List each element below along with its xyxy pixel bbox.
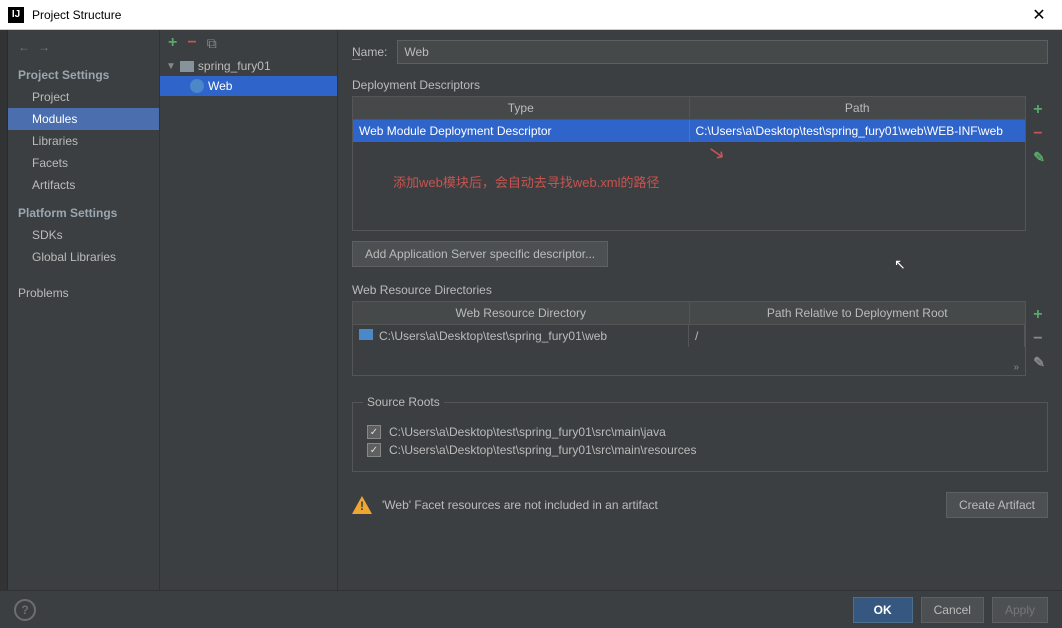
- apply-button[interactable]: Apply: [992, 597, 1048, 623]
- res-row-dir: C:\Users\a\Desktop\test\spring_fury01\we…: [353, 325, 689, 347]
- sidebar-heading-project: Project Settings: [8, 58, 159, 86]
- source-root-1: C:\Users\a\Desktop\test\spring_fury01\sr…: [389, 425, 666, 439]
- dep-row-path: C:\Users\a\Desktop\test\spring_fury01\we…: [690, 120, 1026, 142]
- res-th-path: Path Relative to Deployment Root: [690, 302, 1026, 324]
- resource-table: Web Resource Directory Path Relative to …: [352, 301, 1026, 376]
- create-artifact-button[interactable]: Create Artifact: [946, 492, 1048, 518]
- source-root-row[interactable]: ✓ C:\Users\a\Desktop\test\spring_fury01\…: [367, 425, 1037, 439]
- sidebar-heading-platform: Platform Settings: [8, 196, 159, 224]
- source-roots-panel: Source Roots ✓ C:\Users\a\Desktop\test\s…: [352, 402, 1048, 472]
- tree-child-web[interactable]: Web: [160, 76, 337, 96]
- window-title: Project Structure: [32, 8, 1024, 22]
- add-descriptor-button[interactable]: Add Application Server specific descript…: [352, 241, 608, 267]
- tree-root[interactable]: ▼ spring_fury01: [160, 56, 337, 76]
- back-icon[interactable]: ←: [18, 40, 30, 54]
- sidebar-item-artifacts[interactable]: Artifacts: [8, 174, 159, 196]
- sidebar-item-sdks[interactable]: SDKs: [8, 224, 159, 246]
- close-icon[interactable]: ✕: [1024, 5, 1054, 25]
- deployment-table: Type Path Web Module Deployment Descript…: [352, 96, 1026, 231]
- cancel-button[interactable]: Cancel: [921, 597, 984, 623]
- add-icon[interactable]: +: [168, 34, 177, 52]
- sidebar-item-global-libraries[interactable]: Global Libraries: [8, 246, 159, 268]
- expand-icon[interactable]: ▼: [166, 61, 176, 72]
- tree-root-label: spring_fury01: [198, 59, 271, 73]
- folder-icon: [359, 329, 373, 340]
- source-root-2: C:\Users\a\Desktop\test\spring_fury01\sr…: [389, 443, 696, 457]
- tree-child-label: Web: [208, 79, 232, 93]
- warning-icon: [352, 496, 372, 514]
- dep-th-path: Path: [690, 97, 1026, 119]
- res-edit-icon[interactable]: ✎: [1033, 354, 1045, 371]
- table-row[interactable]: Web Module Deployment Descriptor C:\User…: [353, 120, 1025, 142]
- warning-row: 'Web' Facet resources are not included i…: [352, 484, 1048, 526]
- checkbox-icon[interactable]: ✓: [367, 443, 381, 457]
- left-gutter: [0, 30, 8, 590]
- dep-row-type: Web Module Deployment Descriptor: [353, 120, 690, 142]
- ok-button[interactable]: OK: [853, 597, 913, 623]
- help-icon[interactable]: ?: [14, 599, 36, 621]
- deployment-descriptors-label: Deployment Descriptors: [352, 78, 1048, 92]
- forward-icon[interactable]: →: [38, 40, 50, 54]
- checkbox-icon[interactable]: ✓: [367, 425, 381, 439]
- sidebar-item-modules[interactable]: Modules: [8, 108, 159, 130]
- annotation-text: 添加web模块后，会自动去寻找web.xml的路径: [353, 142, 1025, 201]
- source-roots-label: Source Roots: [363, 395, 444, 409]
- module-tree: + − ⧉ ▼ spring_fury01 Web: [160, 30, 338, 590]
- web-resource-label: Web Resource Directories: [352, 283, 1048, 297]
- more-icon[interactable]: »: [1013, 362, 1019, 373]
- dep-add-icon[interactable]: +: [1033, 101, 1045, 119]
- res-add-icon[interactable]: +: [1033, 306, 1045, 324]
- footer: ? OK Cancel Apply: [0, 590, 1062, 628]
- module-icon: [180, 61, 194, 72]
- sidebar-item-project[interactable]: Project: [8, 86, 159, 108]
- res-remove-icon[interactable]: −: [1033, 330, 1045, 348]
- table-row[interactable]: C:\Users\a\Desktop\test\spring_fury01\we…: [353, 325, 1025, 347]
- sidebar: ← → Project Settings Project Modules Lib…: [8, 30, 160, 590]
- sidebar-item-problems[interactable]: Problems: [8, 282, 159, 304]
- source-root-row[interactable]: ✓ C:\Users\a\Desktop\test\spring_fury01\…: [367, 443, 1037, 457]
- res-th-dir: Web Resource Directory: [353, 302, 690, 324]
- sidebar-item-facets[interactable]: Facets: [8, 152, 159, 174]
- dep-remove-icon[interactable]: −: [1033, 125, 1045, 143]
- warning-text: 'Web' Facet resources are not included i…: [382, 498, 658, 512]
- titlebar: IJ Project Structure ✕: [0, 0, 1062, 30]
- copy-icon[interactable]: ⧉: [207, 35, 217, 52]
- web-icon: [190, 79, 204, 93]
- res-row-path: /: [689, 325, 1025, 347]
- name-label: Name:: [352, 45, 387, 59]
- app-icon: IJ: [8, 7, 24, 23]
- sidebar-item-libraries[interactable]: Libraries: [8, 130, 159, 152]
- remove-icon[interactable]: −: [187, 34, 196, 52]
- dep-edit-icon[interactable]: ✎: [1033, 149, 1045, 166]
- name-input[interactable]: [397, 40, 1048, 64]
- content-panel: Name: Deployment Descriptors Type Path W…: [338, 30, 1062, 590]
- dep-th-type: Type: [353, 97, 690, 119]
